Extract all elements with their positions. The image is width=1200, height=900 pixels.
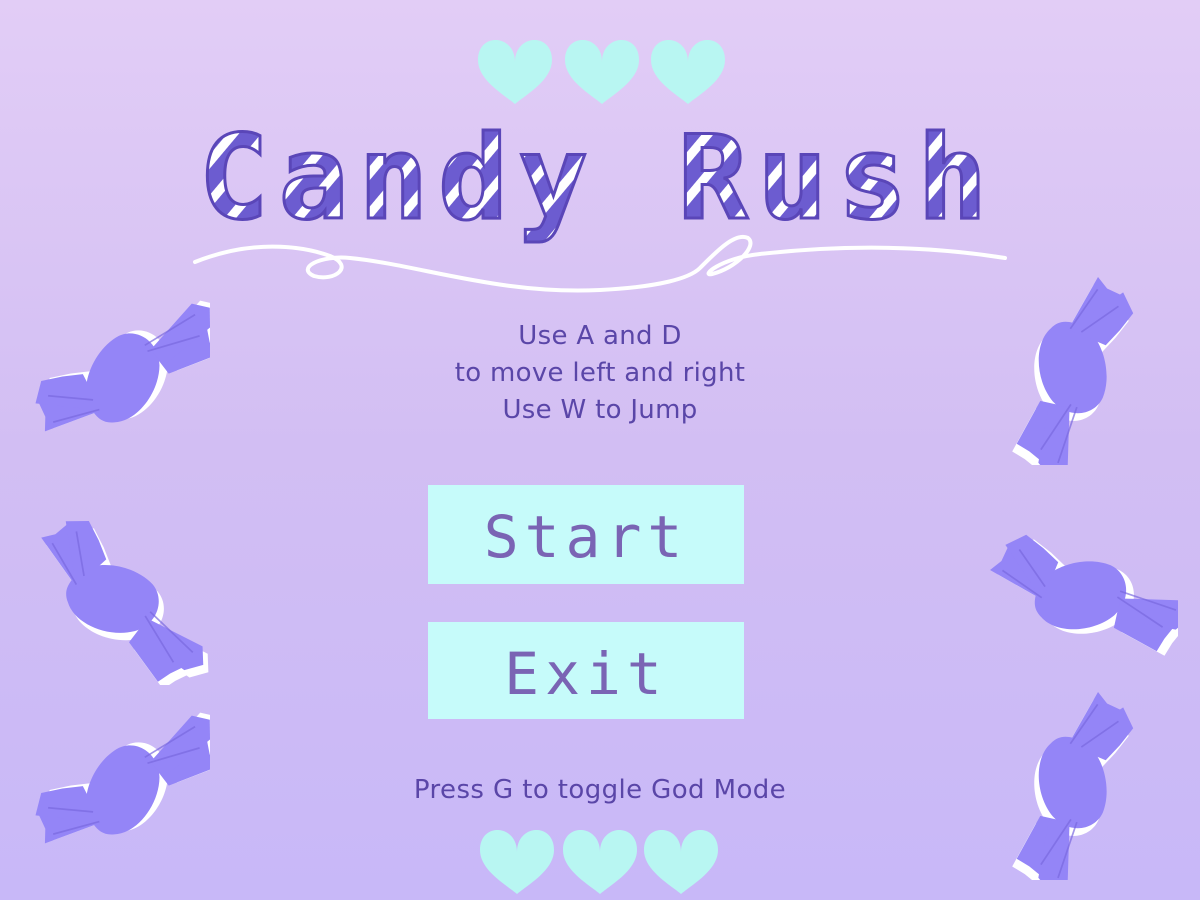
heart-icon bbox=[563, 830, 637, 894]
heart-icon bbox=[644, 830, 718, 894]
wrapped-candy-icon bbox=[988, 500, 1178, 680]
wrapped-candy-icon bbox=[988, 690, 1168, 880]
exit-label: Exit bbox=[504, 640, 668, 708]
start-label: Start bbox=[484, 503, 689, 571]
wrapped-candy-icon bbox=[30, 690, 210, 880]
svg-text:Start: Start bbox=[484, 503, 689, 571]
game-title: Candy Rush bbox=[193, 110, 1007, 293]
wrapped-candy-icon bbox=[30, 278, 210, 468]
title-text: Candy Rush bbox=[199, 111, 997, 246]
start-button[interactable]: Start bbox=[428, 485, 744, 584]
wrapped-candy-icon bbox=[28, 516, 212, 685]
heart-icon bbox=[480, 830, 554, 894]
svg-text:Exit: Exit bbox=[504, 640, 668, 708]
wrapped-candy-icon bbox=[988, 275, 1168, 465]
exit-button[interactable]: Exit bbox=[428, 622, 744, 719]
